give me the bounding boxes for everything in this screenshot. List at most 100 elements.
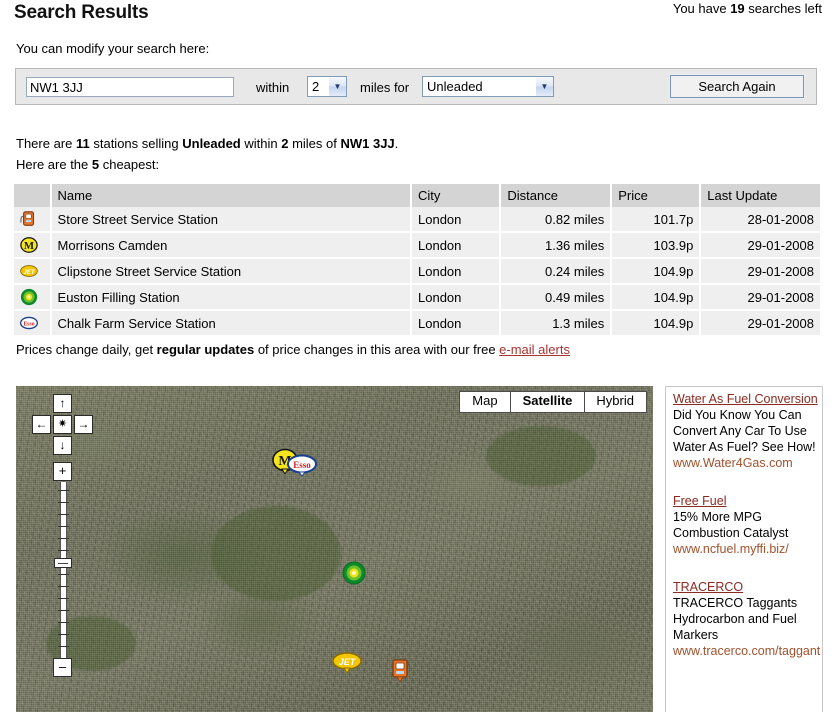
jet-marker[interactable]: JET [332,651,362,676]
ads-sidebar: Water As Fuel Conversion Did You Know You… [665,386,823,712]
column-header-brand [14,184,52,207]
ad-description-line: TRACERCO Taggants [673,596,798,610]
esso-marker[interactable]: Esso [287,454,317,479]
searches-left-prefix: You have [672,1,731,16]
column-header-distance: Distance [500,184,613,207]
cell-last-update: 29-01-2008 [700,284,822,311]
search-again-button[interactable]: Search Again [669,74,805,99]
ad-description-line: Combustion Catalyst [673,526,789,540]
summary-postcode: NW1 3JJ [340,136,395,151]
distance-select-value: 2 [312,79,320,94]
cell-last-update: 29-01-2008 [700,258,822,285]
table-row[interactable]: Store Street Service Station London 0.82 m… [14,207,822,233]
svg-text:Esso: Esso [293,460,311,470]
bp-marker[interactable] [342,561,366,588]
cell-distance: 1.3 miles [500,310,613,337]
cell-station-name: Euston Filling Station [50,284,413,311]
summary-fuel-type: Unleaded [182,136,241,151]
summary-text: There are [16,136,76,151]
results-table-body: Store Street Service Station London 0.82 m… [14,207,822,337]
pump-marker[interactable] [390,658,411,685]
ad-description-line: Did You Know You Can [673,408,802,422]
cell-last-update: 29-01-2008 [700,232,822,259]
zoom-in-button[interactable]: + [53,462,72,481]
postcode-input[interactable] [26,77,234,97]
cell-station-name: Clipstone Street Service Station [50,258,413,285]
zoom-out-button[interactable]: – [53,658,72,677]
fuel-type-select[interactable]: Unleaded ▼ [422,76,554,97]
cell-price: 101.7p [611,207,702,233]
cell-city: London [411,207,502,233]
summary-text: stations selling [89,136,183,151]
chevron-down-icon: ▼ [328,77,346,96]
miles-for-label: miles for [360,80,410,95]
center-map-button[interactable]: ✷ [53,415,72,434]
cell-station-name: Morrisons Camden [50,232,413,259]
cell-price: 104.9p [611,284,702,311]
svg-text:JET: JET [23,269,35,276]
ad-url[interactable]: www.Water4Gas.com [673,455,822,471]
searches-left-notice: You have 19 searches left [673,1,822,16]
pan-down-button[interactable]: ↓ [53,436,72,455]
zoom-slider-thumb[interactable] [54,558,72,568]
pan-left-button[interactable]: ← [32,415,51,434]
table-row[interactable]: Euston Filling Station London 0.49 miles 10… [14,284,822,311]
ad-block: TRACERCO TRACERCO Taggants Hydrocarbon and… [673,579,822,659]
page-title: Search Results [14,2,149,23]
ad-title-link[interactable]: TRACERCO [673,579,822,595]
prices-note: Prices change daily, get regular updates… [16,342,570,357]
svg-text:Esso: Esso [23,321,34,327]
morrisons-icon: M [14,232,52,259]
prices-note-text: of price changes in this area with our f… [254,342,500,357]
map-pan-control: ↑ ← ✷ → ↓ [32,394,94,456]
email-alerts-link[interactable]: e-mail alerts [499,342,570,357]
ad-description-line: Hydrocarbon and Fuel [673,612,797,626]
column-header-name: Name [50,184,413,207]
cell-last-update: 28-01-2008 [700,207,822,233]
searches-left-suffix: searches left [744,1,822,16]
pan-up-button[interactable]: ↑ [53,394,72,413]
column-header-last-update: Last Update [700,184,822,207]
searches-left-count: 19 [730,1,745,16]
search-form: within 2 ▼ miles for Unleaded ▼ Search A… [15,68,817,105]
pan-right-button[interactable]: → [74,415,93,434]
results-table: Name City Distance Price Last Update Sto… [14,184,822,337]
cell-price: 104.9p [611,258,702,285]
summary-text: . [394,136,399,151]
map-type-hybrid[interactable]: Hybrid [584,392,646,412]
table-row[interactable]: Esso Chalk Farm Service Station London 1.3 … [14,310,822,337]
map-type-map[interactable]: Map [460,392,511,412]
prices-note-bold: regular updates [156,342,255,357]
map-zoom-control: + – [53,462,73,677]
table-row[interactable]: JET Clipstone Street Service Station Londo… [14,258,822,285]
cell-last-update: 29-01-2008 [700,310,822,337]
ad-description-line: Water As Fuel? See How! [673,440,816,454]
map-type-satellite[interactable]: Satellite [509,391,586,413]
ad-title-link[interactable]: Free Fuel [673,493,822,509]
ad-url[interactable]: www.ncfuel.myffi.biz/ [673,541,822,557]
map-canvas[interactable]: Map Satellite Hybrid ↑ ← ✷ → ↓ + – M Ess… [16,386,653,712]
ad-url[interactable]: www.tracerco.com/taggant [673,643,822,659]
cell-station-name: Store Street Service Station [50,207,413,233]
svg-text:M: M [24,240,34,252]
bp-icon [14,284,52,311]
chevron-down-icon: ▼ [535,77,553,96]
page-header: Search Results You have 19 searches left [0,0,838,30]
cell-price: 103.9p [611,232,702,259]
ad-block: Free Fuel 15% More MPG Combustion Catalyst… [673,493,822,557]
column-header-city: City [411,184,502,207]
cell-distance: 0.24 miles [500,258,613,285]
summary-text: Here are the [16,157,92,172]
map-type-control: Map Satellite Hybrid [459,391,647,413]
ad-description-line: Markers [673,628,719,642]
esso-icon: Esso [14,310,52,337]
fuel-type-select-value: Unleaded [427,79,483,94]
zoom-slider-track[interactable] [58,482,69,658]
ad-title-link[interactable]: Water As Fuel Conversion [673,391,822,407]
cell-city: London [411,258,502,285]
summary-text: within [240,136,282,151]
within-label: within [256,80,290,95]
table-row[interactable]: M Morrisons Camden London 1.36 miles 103.9p 2… [14,232,822,259]
distance-select[interactable]: 2 ▼ [307,76,347,97]
svg-text:JET: JET [339,657,357,667]
